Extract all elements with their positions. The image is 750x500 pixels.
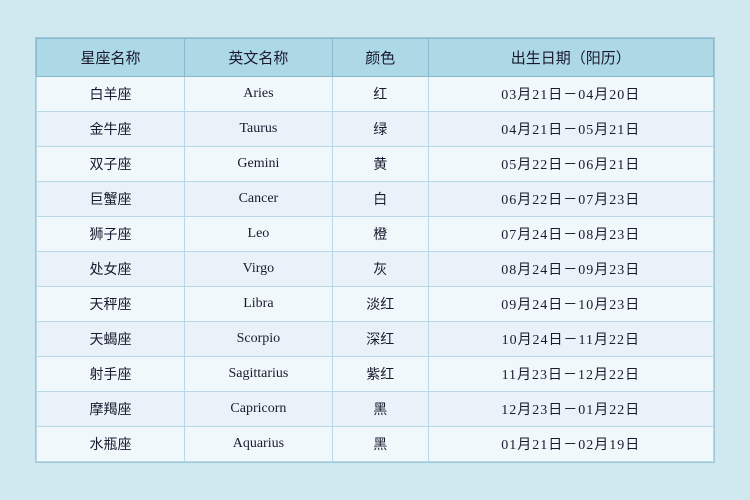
zodiac-table-container: 星座名称 英文名称 颜色 出生日期（阳历） 白羊座Aries红03月21日－04… [35, 37, 715, 463]
cell-color: 深红 [332, 322, 428, 357]
table-body: 白羊座Aries红03月21日－04月20日金牛座Taurus绿04月21日－0… [37, 77, 714, 462]
cell-chinese-name: 水瓶座 [37, 427, 185, 462]
cell-english-name: Aquarius [184, 427, 332, 462]
cell-chinese-name: 金牛座 [37, 112, 185, 147]
cell-english-name: Cancer [184, 182, 332, 217]
cell-dates: 09月24日－10月23日 [428, 287, 713, 322]
table-row: 摩羯座Capricorn黑12月23日－01月22日 [37, 392, 714, 427]
cell-color: 灰 [332, 252, 428, 287]
cell-chinese-name: 摩羯座 [37, 392, 185, 427]
cell-color: 红 [332, 77, 428, 112]
cell-english-name: Sagittarius [184, 357, 332, 392]
header-color: 颜色 [332, 39, 428, 77]
cell-english-name: Gemini [184, 147, 332, 182]
cell-color: 橙 [332, 217, 428, 252]
cell-chinese-name: 处女座 [37, 252, 185, 287]
cell-color: 黑 [332, 427, 428, 462]
cell-chinese-name: 白羊座 [37, 77, 185, 112]
table-row: 水瓶座Aquarius黑01月21日－02月19日 [37, 427, 714, 462]
cell-english-name: Scorpio [184, 322, 332, 357]
cell-english-name: Aries [184, 77, 332, 112]
cell-color: 紫红 [332, 357, 428, 392]
cell-color: 黑 [332, 392, 428, 427]
table-row: 金牛座Taurus绿04月21日－05月21日 [37, 112, 714, 147]
table-row: 双子座Gemini黄05月22日－06月21日 [37, 147, 714, 182]
cell-dates: 05月22日－06月21日 [428, 147, 713, 182]
cell-english-name: Virgo [184, 252, 332, 287]
zodiac-table: 星座名称 英文名称 颜色 出生日期（阳历） 白羊座Aries红03月21日－04… [36, 38, 714, 462]
cell-chinese-name: 天秤座 [37, 287, 185, 322]
cell-dates: 12月23日－01月22日 [428, 392, 713, 427]
cell-english-name: Taurus [184, 112, 332, 147]
table-row: 巨蟹座Cancer白06月22日－07月23日 [37, 182, 714, 217]
cell-chinese-name: 天蝎座 [37, 322, 185, 357]
table-header-row: 星座名称 英文名称 颜色 出生日期（阳历） [37, 39, 714, 77]
cell-english-name: Leo [184, 217, 332, 252]
table-row: 白羊座Aries红03月21日－04月20日 [37, 77, 714, 112]
header-chinese-name: 星座名称 [37, 39, 185, 77]
cell-dates: 08月24日－09月23日 [428, 252, 713, 287]
header-dates: 出生日期（阳历） [428, 39, 713, 77]
cell-dates: 04月21日－05月21日 [428, 112, 713, 147]
cell-dates: 01月21日－02月19日 [428, 427, 713, 462]
table-row: 射手座Sagittarius紫红11月23日－12月22日 [37, 357, 714, 392]
table-row: 处女座Virgo灰08月24日－09月23日 [37, 252, 714, 287]
cell-dates: 11月23日－12月22日 [428, 357, 713, 392]
cell-chinese-name: 狮子座 [37, 217, 185, 252]
cell-chinese-name: 双子座 [37, 147, 185, 182]
cell-chinese-name: 巨蟹座 [37, 182, 185, 217]
cell-dates: 06月22日－07月23日 [428, 182, 713, 217]
table-row: 天秤座Libra淡红09月24日－10月23日 [37, 287, 714, 322]
header-english-name: 英文名称 [184, 39, 332, 77]
cell-color: 白 [332, 182, 428, 217]
cell-dates: 10月24日－11月22日 [428, 322, 713, 357]
table-row: 天蝎座Scorpio深红10月24日－11月22日 [37, 322, 714, 357]
cell-color: 黄 [332, 147, 428, 182]
cell-english-name: Libra [184, 287, 332, 322]
table-row: 狮子座Leo橙07月24日－08月23日 [37, 217, 714, 252]
cell-chinese-name: 射手座 [37, 357, 185, 392]
cell-dates: 03月21日－04月20日 [428, 77, 713, 112]
cell-dates: 07月24日－08月23日 [428, 217, 713, 252]
cell-color: 淡红 [332, 287, 428, 322]
cell-english-name: Capricorn [184, 392, 332, 427]
cell-color: 绿 [332, 112, 428, 147]
